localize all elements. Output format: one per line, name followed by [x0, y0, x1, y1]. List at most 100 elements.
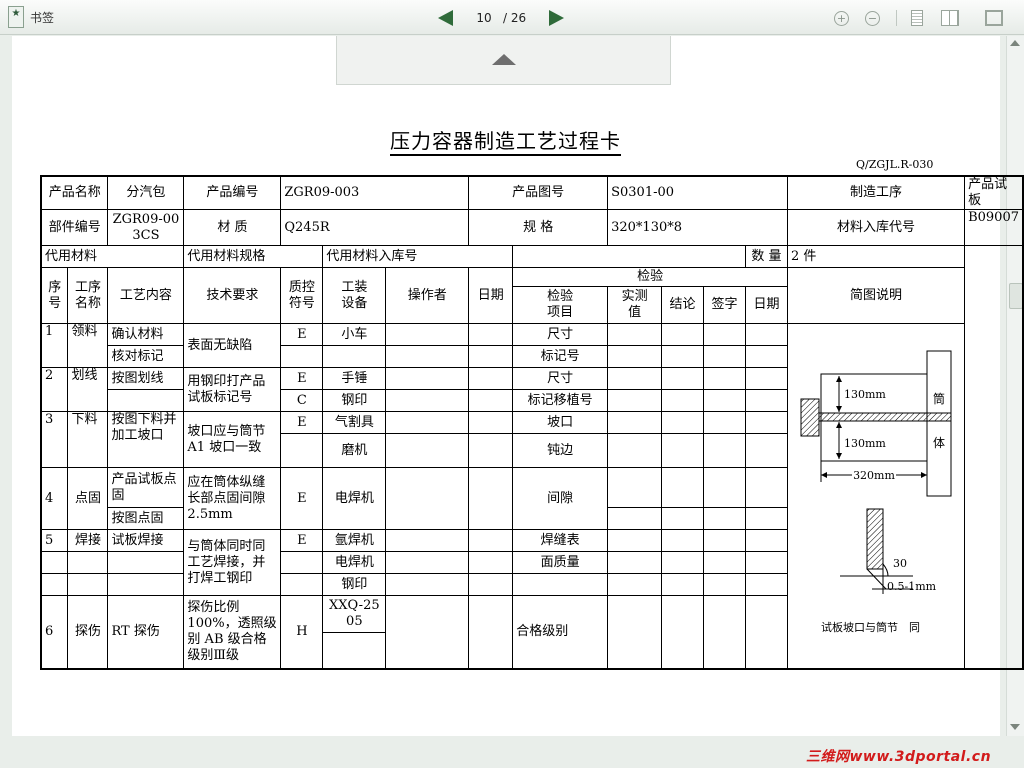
- cell-req: 与筒体同时同工艺焊接，并打焊工钢印: [183, 529, 282, 596]
- cell-item: 标记移植号: [512, 389, 609, 412]
- zoom-in-icon[interactable]: +: [834, 10, 849, 26]
- cell-item: 标记号: [512, 345, 609, 368]
- value-part-no: ZGR09-00 3CS: [107, 209, 185, 246]
- cell-content: 确认材料: [107, 323, 185, 346]
- cell-equip: XXQ-25 05: [322, 595, 387, 633]
- bevel-angle: 30: [893, 557, 907, 570]
- cell-step: 点固: [67, 467, 109, 530]
- document-title: 压力容器制造工艺过程卡: [0, 125, 1011, 156]
- col-date: 日期: [468, 267, 514, 324]
- fit-page-icon[interactable]: [985, 10, 1003, 26]
- cell-qc: E: [280, 367, 324, 390]
- cell-req: 用钢印打产品试板标记号: [183, 367, 282, 412]
- col-seq: 序 号: [40, 267, 69, 324]
- scroll-down-icon[interactable]: [1010, 724, 1020, 730]
- col-content: 工艺内容: [107, 267, 185, 324]
- cell-equip: 钢印: [322, 389, 387, 412]
- zoom-out-icon[interactable]: −: [865, 10, 880, 26]
- bevel-section: [866, 508, 884, 570]
- col-inspect-item: 检验 项目: [512, 286, 609, 324]
- cell-qc: C: [280, 389, 324, 412]
- cell-seq: 4: [40, 467, 69, 530]
- collapse-toolbar-button[interactable]: [336, 36, 671, 85]
- bookmark-star-icon: ★: [8, 6, 24, 28]
- shell-label-bottom: 体: [933, 436, 945, 450]
- toolbar-divider: [896, 10, 897, 26]
- cell-item: 坡口: [512, 411, 609, 434]
- col-inspect: 检验: [512, 267, 788, 287]
- col-operator: 操作者: [385, 267, 470, 324]
- cell-seq: 5: [40, 529, 69, 552]
- value-drawing-no: S0301-00: [607, 175, 788, 210]
- col-equip: 工装 设备: [322, 267, 387, 324]
- cell-item: 合格级别: [512, 595, 609, 669]
- cell-equip: 手锤: [322, 367, 387, 390]
- sketch-caption: 试板坡口与筒节 同: [821, 620, 920, 634]
- cell-qc: E: [280, 467, 324, 530]
- single-page-view-icon[interactable]: [911, 10, 923, 26]
- col-sign: 签字: [703, 286, 746, 324]
- dim-width: 320mm: [853, 469, 895, 482]
- label-process: 制造工序: [786, 175, 966, 210]
- view-tools: + −: [834, 8, 1003, 28]
- weld-seam: [818, 412, 952, 422]
- cell-seq: 6: [40, 595, 69, 669]
- cell-req: 应在筒体纵缝长部点固间隙2.5mm: [183, 467, 282, 530]
- gap-label: 0.5-1mm: [887, 580, 937, 593]
- cell-item: 间隙: [512, 467, 609, 530]
- cell-item: 钝边: [512, 433, 609, 468]
- page-navigation: 10 / 26: [438, 8, 564, 28]
- cell-seq: 2: [40, 367, 69, 412]
- label-material-code: 材料入库代号: [786, 209, 966, 246]
- cell-step: 划线: [67, 367, 109, 412]
- sketch-cell: 筒 体 130mm 130mm 320mm 30 0.5-1mm 试板坡口与筒节…: [786, 323, 966, 669]
- value-spec: 320*130*8: [607, 209, 788, 246]
- header-row-2: 部件编号 ZGR09-00 3CS 材 质 Q245R 规 格 320*130*…: [40, 209, 1024, 246]
- value-quantity: 2 件: [786, 245, 966, 268]
- label-product-name: 产品名称: [40, 175, 109, 210]
- cell-equip: 磨机: [322, 433, 387, 468]
- bookmarks-button[interactable]: ★ 书签: [8, 6, 54, 28]
- value-material: Q245R: [280, 209, 470, 246]
- cell-req: 探伤比例100%，透照级别 AB 级合格级别Ⅲ级: [183, 595, 282, 669]
- shell-plate: [926, 350, 952, 497]
- cell-qc: E: [280, 323, 324, 346]
- collapse-up-icon: [492, 54, 516, 65]
- value-process: 产品试板: [964, 175, 1024, 210]
- cell-item: 尺寸: [512, 323, 609, 346]
- cell-step: 下料: [67, 411, 109, 468]
- cell-item: 尺寸: [512, 367, 609, 390]
- two-page-view-icon[interactable]: [941, 10, 959, 26]
- cell-content: 试板焊接: [107, 529, 185, 552]
- cell-equip: 氩焊机: [322, 529, 387, 552]
- table-row: 1 领料 确认材料 表面无缺陷 E 小车 尺寸 筒 体 130mm 130mm …: [40, 323, 1023, 669]
- col-req: 技术要求: [183, 267, 282, 324]
- label-sub-material-spec: 代用材料规格: [183, 245, 324, 268]
- dim-height-bottom: 130mm: [844, 437, 886, 450]
- prev-page-icon[interactable]: [438, 10, 453, 26]
- value-product-name: 分汽包: [107, 175, 185, 210]
- cell-qc: H: [280, 595, 324, 669]
- col-sketch: 简图说明: [786, 267, 966, 324]
- current-page-input[interactable]: 10: [465, 11, 503, 25]
- process-card-table: 产品名称 分汽包 产品编号 ZGR09-003 产品图号 S0301-00 制造…: [40, 175, 1024, 670]
- cell-step: 领料: [67, 323, 109, 368]
- header-row-3: 代用材料 代用材料规格 代用材料入库号 数 量 2 件: [40, 245, 1023, 268]
- bookmarks-label: 书签: [30, 10, 55, 25]
- value-material-code: B09007: [964, 209, 1024, 246]
- cell-qc: E: [280, 411, 324, 434]
- col-step: 工序 名称: [67, 267, 109, 324]
- total-pages: / 26: [503, 11, 527, 25]
- cell-content: 核对标记: [107, 345, 185, 368]
- weld-bevel: [800, 398, 820, 437]
- scroll-up-icon[interactable]: [1010, 40, 1020, 46]
- cell-equip: 电焊机: [322, 551, 387, 574]
- next-page-icon[interactable]: [549, 10, 564, 26]
- value-sub-material-code: [512, 245, 746, 268]
- cell-item: 面质量: [512, 551, 609, 574]
- cell-content: 产品试板点固: [107, 467, 185, 508]
- col-qc: 质控 符号: [280, 267, 324, 324]
- cell-item: 焊缝表: [512, 529, 609, 552]
- document-code: Q/ZGJL.R-030: [856, 158, 934, 171]
- watermark-logo: 三维网www.3dportal.cn: [806, 749, 992, 765]
